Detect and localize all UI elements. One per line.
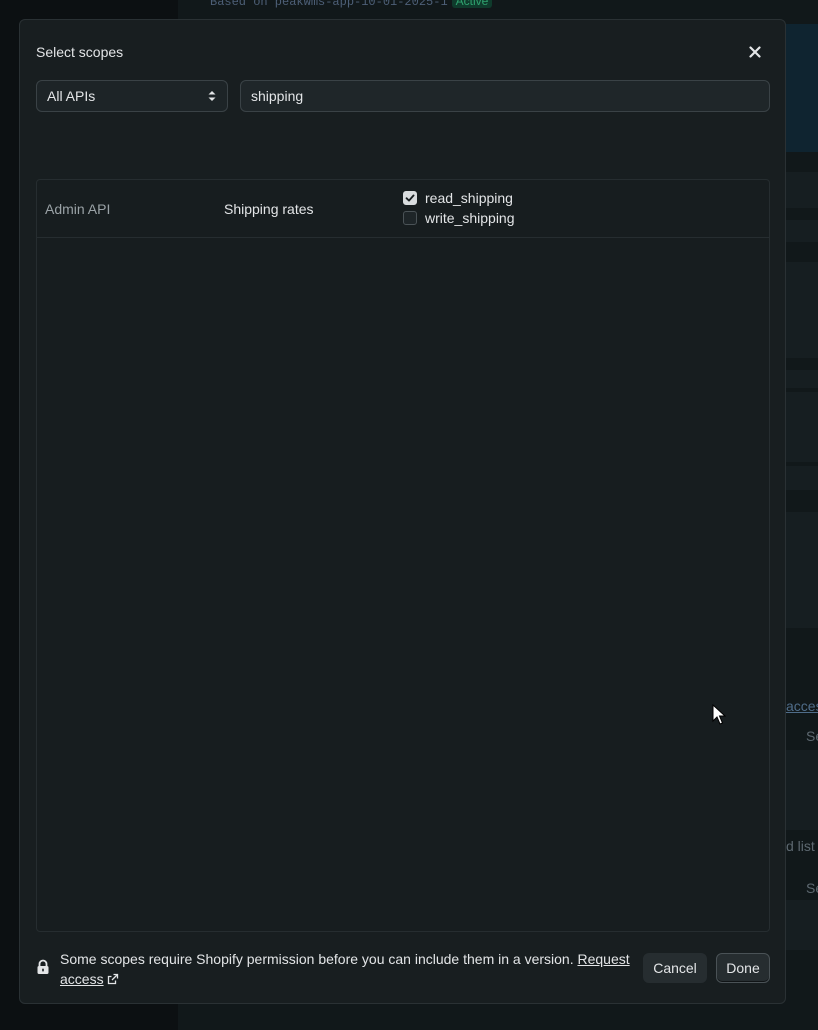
mouse-cursor-icon (712, 704, 726, 725)
checkbox-checked[interactable] (403, 191, 417, 205)
background-text-fragment: Se (806, 728, 818, 744)
api-filter-select[interactable]: All APIs (36, 80, 228, 112)
modal-title: Select scopes (36, 44, 124, 60)
scopes-table: Admin API Shipping rates read_shipping w… (36, 179, 770, 932)
scope-checkbox-write-shipping[interactable]: write_shipping (403, 210, 515, 226)
external-link-icon[interactable] (107, 973, 119, 985)
close-button[interactable] (743, 40, 767, 64)
resource-cell: Shipping rates (224, 201, 314, 217)
lock-icon (37, 959, 49, 974)
table-row: Admin API Shipping rates read_shipping w… (37, 180, 769, 238)
scope-label: read_shipping (425, 190, 513, 206)
permission-notice-text: Some scopes require Shopify permission b… (60, 951, 630, 987)
background-text-fragment: d list (786, 838, 815, 854)
scope-label: write_shipping (425, 210, 515, 226)
api-filter-value: All APIs (47, 88, 96, 104)
done-button[interactable]: Done (716, 953, 770, 983)
select-scopes-modal: Select scopes All APIs Admin API Shippin… (19, 19, 786, 1004)
select-arrows-icon (208, 91, 216, 101)
background-status-badge: Active (451, 0, 493, 8)
page: Based on peakwms-app-10-01-2025-1 Active … (0, 0, 818, 1030)
api-cell: Admin API (45, 201, 111, 217)
cancel-button[interactable]: Cancel (643, 953, 707, 983)
scope-search-input[interactable] (240, 80, 770, 112)
background-version-meta: Based on peakwms-app-10-01-2025-1 Active (210, 0, 493, 9)
background-text-fragment: Se (806, 880, 818, 896)
close-icon (749, 46, 761, 58)
scope-checkbox-read-shipping[interactable]: read_shipping (403, 190, 513, 206)
background-link-fragment: acces (786, 698, 818, 714)
checkbox-unchecked[interactable] (403, 211, 417, 225)
check-icon (405, 194, 415, 202)
permission-notice: Some scopes require Shopify permission b… (36, 949, 636, 989)
